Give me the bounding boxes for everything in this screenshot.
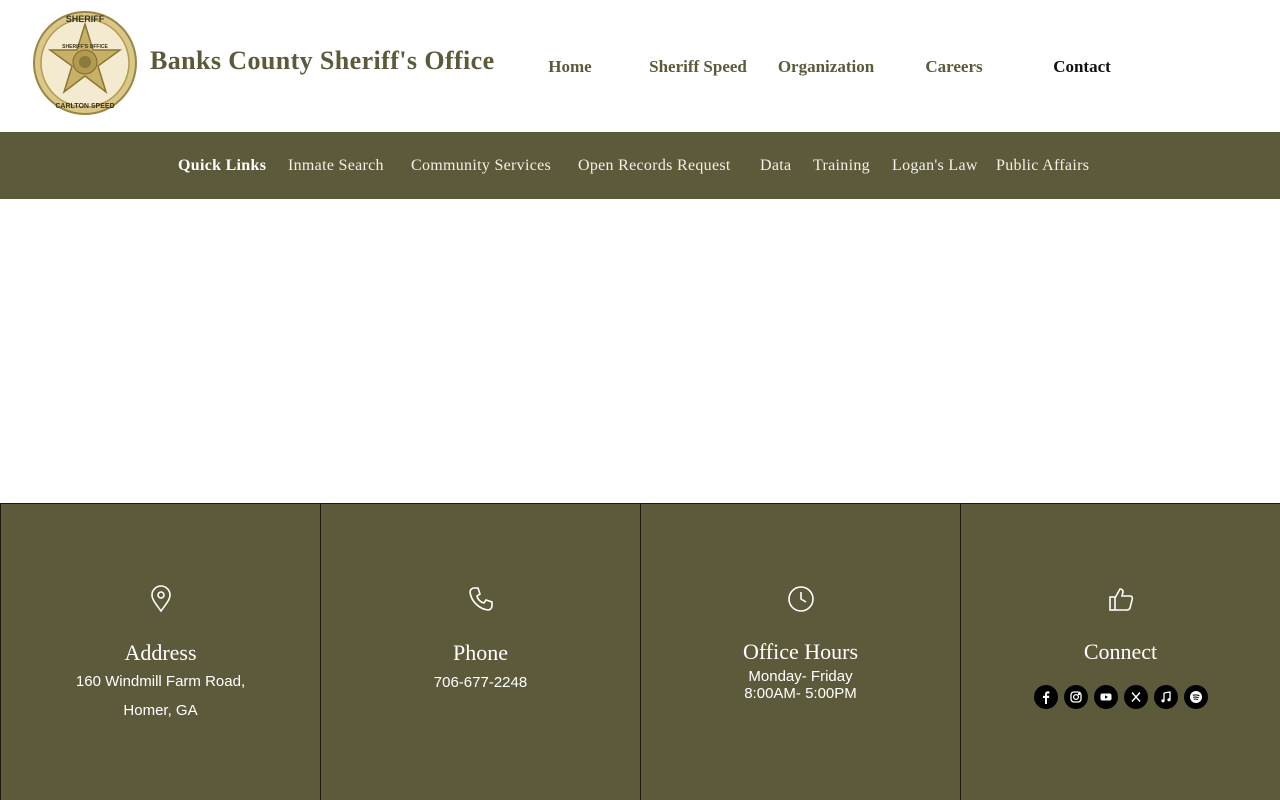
nav-organization[interactable]: Organization: [778, 57, 874, 77]
phone-heading: Phone: [453, 640, 508, 665]
office-hours-time: 8:00AM- 5:00PM: [744, 685, 857, 702]
x-icon[interactable]: [1123, 685, 1148, 709]
instagram-icon[interactable]: [1063, 685, 1088, 709]
badge-bottom-text: CARLTON SPEED: [55, 103, 114, 110]
office-hours-column: Office Hours Monday- Friday 8:00AM- 5:00…: [640, 504, 960, 800]
subnav-inmate-search[interactable]: Inmate Search: [288, 157, 384, 175]
nav-home[interactable]: Home: [548, 57, 591, 77]
badge-top-text: SHERIFF: [66, 14, 105, 24]
connect-column: Connect: [960, 504, 1280, 800]
phone-number[interactable]: 706-677-2248: [321, 674, 640, 691]
clock-icon: [787, 586, 814, 612]
nav-sheriff-speed[interactable]: Sheriff Speed: [649, 57, 747, 77]
office-hours-heading: Office Hours: [742, 639, 859, 664]
subnav-open-records-request[interactable]: Open Records Request: [578, 157, 731, 175]
main-nav: Home Sheriff Speed Organization Careers …: [0, 57, 1280, 81]
nav-contact[interactable]: Contact: [1053, 57, 1111, 77]
connect-heading: Connect: [1083, 639, 1158, 664]
subnav-data[interactable]: Data: [760, 157, 791, 175]
facebook-icon[interactable]: [1033, 685, 1058, 709]
youtube-icon[interactable]: [1093, 685, 1118, 709]
spotify-icon[interactable]: [1183, 685, 1208, 709]
site-header: SHERIFF SHERIFF'S OFFICE CARLTON SPEED B…: [0, 0, 1280, 132]
quick-links-bar: Quick Links Inmate Search Community Serv…: [0, 132, 1280, 199]
apple-music-icon[interactable]: [1153, 685, 1178, 709]
address-line-2: Homer, GA: [123, 702, 198, 719]
address-line-1: 160 Windmill Farm Road,: [75, 673, 246, 690]
subnav-logans-law[interactable]: Logan's Law: [892, 157, 978, 175]
badge-mid-text: SHERIFF'S OFFICE: [62, 44, 108, 50]
thumbs-up-icon: [1108, 588, 1133, 611]
subnav-community-services[interactable]: Community Services: [411, 157, 551, 175]
address-heading: Address: [124, 640, 197, 665]
office-hours-days: Monday- Friday: [748, 668, 853, 685]
phone-column: Phone 706-677-2248: [320, 504, 640, 800]
nav-careers[interactable]: Careers: [925, 57, 982, 77]
location-pin-icon: [150, 585, 171, 613]
subnav-public-affairs[interactable]: Public Affairs: [996, 157, 1089, 175]
phone-icon: [468, 587, 493, 611]
contact-footer: Address 160 Windmill Farm Road, Homer, G…: [0, 503, 1280, 800]
social-links: [961, 685, 1280, 709]
subnav-quick-links[interactable]: Quick Links: [178, 157, 266, 175]
address-column: Address 160 Windmill Farm Road, Homer, G…: [0, 504, 320, 800]
subnav-training[interactable]: Training: [813, 157, 870, 175]
